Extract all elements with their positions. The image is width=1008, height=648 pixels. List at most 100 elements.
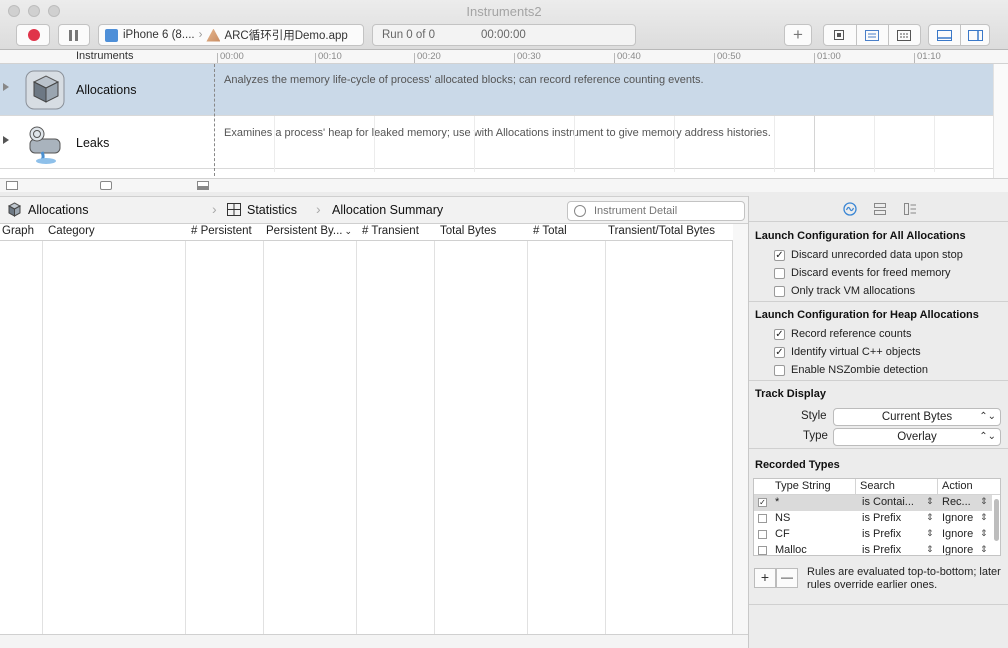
- record-settings-icon[interactable]: [843, 202, 857, 216]
- breadcrumb-detail[interactable]: Allocation Summary: [332, 203, 443, 217]
- table-row[interactable]: Malloc is Prefix ⇕ Ignore ⇕: [754, 543, 992, 555]
- cpu-strategy-icon[interactable]: [824, 25, 854, 45]
- type-label: Type: [803, 430, 828, 442]
- track-allocations[interactable]: Allocations Analyzes the memory life-cyc…: [0, 64, 993, 116]
- table-header: Graph Category # Persistent Persistent B…: [0, 224, 733, 241]
- table-vertical-scrollbar[interactable]: [733, 224, 748, 634]
- checkbox[interactable]: [774, 267, 785, 279]
- row-action[interactable]: Ignore: [942, 512, 973, 524]
- row-type: Malloc: [775, 544, 807, 555]
- checkbox-checked[interactable]: ✓: [774, 328, 785, 340]
- option-label: Discard unrecorded data upon stop: [791, 249, 963, 261]
- option-discard-unrecorded[interactable]: ✓ Discard unrecorded data upon stop: [774, 249, 963, 261]
- recorded-types-scrollbar[interactable]: [992, 497, 1000, 555]
- column-header-total-bytes[interactable]: Total Bytes: [440, 225, 496, 237]
- breadcrumb-view[interactable]: Statistics: [247, 203, 297, 217]
- row-action[interactable]: Ignore: [942, 528, 973, 540]
- row-checkbox[interactable]: [758, 514, 767, 523]
- timeline-scrollbar[interactable]: [993, 64, 1008, 178]
- add-instrument-button[interactable]: +: [784, 24, 812, 46]
- column-header-persistent[interactable]: # Persistent: [191, 225, 252, 237]
- view-options-group: [823, 24, 921, 46]
- option-discard-freed[interactable]: Discard events for freed memory: [774, 267, 951, 279]
- column-header-action[interactable]: Action: [942, 480, 973, 492]
- column-header-graph[interactable]: Graph: [2, 225, 34, 237]
- row-action[interactable]: Ignore: [942, 544, 973, 555]
- row-search[interactable]: is Prefix: [862, 528, 901, 540]
- type-popup[interactable]: Overlay ⌃⌄: [833, 428, 1001, 446]
- instruments-strategy-icon[interactable]: [856, 25, 886, 45]
- disclosure-triangle-icon[interactable]: [3, 83, 9, 91]
- search-icon: [574, 205, 586, 217]
- instrument-detail-search-input[interactable]: [567, 201, 745, 221]
- checkbox[interactable]: [774, 364, 785, 376]
- row-search[interactable]: is Prefix: [862, 512, 901, 524]
- row-checkbox-checked[interactable]: ✓: [758, 498, 767, 507]
- row-search[interactable]: is Contai...: [862, 496, 914, 508]
- instruments-header: Instruments: [76, 50, 134, 62]
- launch-config-all-section: Launch Configuration for All Allocations…: [749, 222, 1008, 302]
- option-identify-cpp[interactable]: ✓ Identify virtual C++ objects: [774, 346, 921, 358]
- snap-track-icon[interactable]: [100, 181, 112, 190]
- checkbox-checked[interactable]: ✓: [774, 346, 785, 358]
- playhead[interactable]: [214, 64, 215, 176]
- rules-note: Rules are evaluated top-to-bottom; later…: [807, 566, 1001, 591]
- run-status: Run 0 of 0 00:00:00: [372, 24, 636, 46]
- table-row[interactable]: ✓ * is Contai... ⇕ Rec... ⇕: [754, 495, 992, 511]
- column-header-search[interactable]: Search: [860, 480, 895, 492]
- table-row[interactable]: CF is Prefix ⇕ Ignore ⇕: [754, 527, 992, 543]
- row-search[interactable]: is Prefix: [862, 544, 901, 555]
- row-checkbox[interactable]: [758, 546, 767, 555]
- extended-detail-icon[interactable]: [903, 202, 917, 216]
- column-header-type-string[interactable]: Type String: [775, 480, 831, 492]
- zoom-track-icon[interactable]: [197, 181, 209, 190]
- popup-value: Overlay: [897, 431, 937, 443]
- launch-config-heap-section: Launch Configuration for Heap Allocation…: [749, 302, 1008, 381]
- style-popup[interactable]: Current Bytes ⌃⌄: [833, 408, 1001, 426]
- section-title: Launch Configuration for Heap Allocation…: [755, 309, 979, 321]
- column-header-transient-total-bytes[interactable]: Transient/Total Bytes: [608, 225, 715, 237]
- record-button[interactable]: [16, 24, 50, 46]
- option-nszombie[interactable]: Enable NSZombie detection: [774, 364, 928, 376]
- display-settings-icon[interactable]: [873, 202, 887, 216]
- row-checkbox[interactable]: [758, 530, 767, 539]
- chevron-updown-icon: ⇕: [980, 544, 988, 554]
- row-type: CF: [775, 528, 790, 540]
- pause-button[interactable]: [58, 24, 90, 46]
- table-horizontal-scrollbar[interactable]: [0, 634, 748, 648]
- chevron-updown-icon: ⇕: [980, 528, 988, 538]
- remove-rule-button[interactable]: —: [776, 568, 798, 588]
- threads-strategy-icon[interactable]: [888, 25, 918, 45]
- toggle-detail-pane-icon[interactable]: [929, 25, 959, 45]
- track-description: Examines a process' heap for leaked memo…: [224, 127, 771, 139]
- toggle-inspector-icon[interactable]: [960, 25, 990, 45]
- track-height-icon[interactable]: [6, 181, 18, 190]
- column-header-category[interactable]: Category: [48, 225, 95, 237]
- option-vm-only[interactable]: Only track VM allocations: [774, 285, 915, 297]
- panel-toggle-group: [928, 24, 990, 46]
- chevron-updown-icon: ⌃⌄: [979, 431, 996, 442]
- target-selector[interactable]: iPhone 6 (8.... › ARC循环引用Demo.app: [98, 24, 364, 46]
- allocations-small-icon: [7, 202, 22, 217]
- allocations-instrument-icon: [25, 70, 65, 110]
- section-title: Recorded Types: [755, 459, 840, 471]
- target-app: ARC循环引用Demo.app: [224, 30, 348, 42]
- option-label: Only track VM allocations: [791, 285, 916, 297]
- checkbox[interactable]: [774, 285, 785, 297]
- disclosure-triangle-icon[interactable]: [3, 136, 9, 144]
- option-record-refcounts[interactable]: ✓ Record reference counts: [774, 328, 911, 340]
- timeline-footer: [0, 178, 1008, 192]
- row-action[interactable]: Rec...: [942, 496, 971, 508]
- add-rule-button[interactable]: +: [754, 568, 776, 588]
- device-icon: [105, 28, 118, 42]
- checkbox-checked[interactable]: ✓: [774, 249, 785, 261]
- breadcrumb-instrument[interactable]: Allocations: [28, 203, 88, 217]
- popup-value: Current Bytes: [881, 411, 953, 423]
- column-header-total[interactable]: # Total: [533, 225, 567, 237]
- time-ruler[interactable]: Instruments 00:00 00:10 00:20 00:30 00:4…: [0, 50, 1008, 64]
- chevron-right-icon: ›: [198, 29, 203, 41]
- column-header-transient[interactable]: # Transient: [362, 225, 419, 237]
- track-leaks[interactable]: Leaks Examines a process' heap for leake…: [0, 117, 993, 169]
- column-header-persistent-bytes[interactable]: Persistent By... ⌄: [266, 225, 352, 237]
- table-row[interactable]: NS is Prefix ⇕ Ignore ⇕: [754, 511, 992, 527]
